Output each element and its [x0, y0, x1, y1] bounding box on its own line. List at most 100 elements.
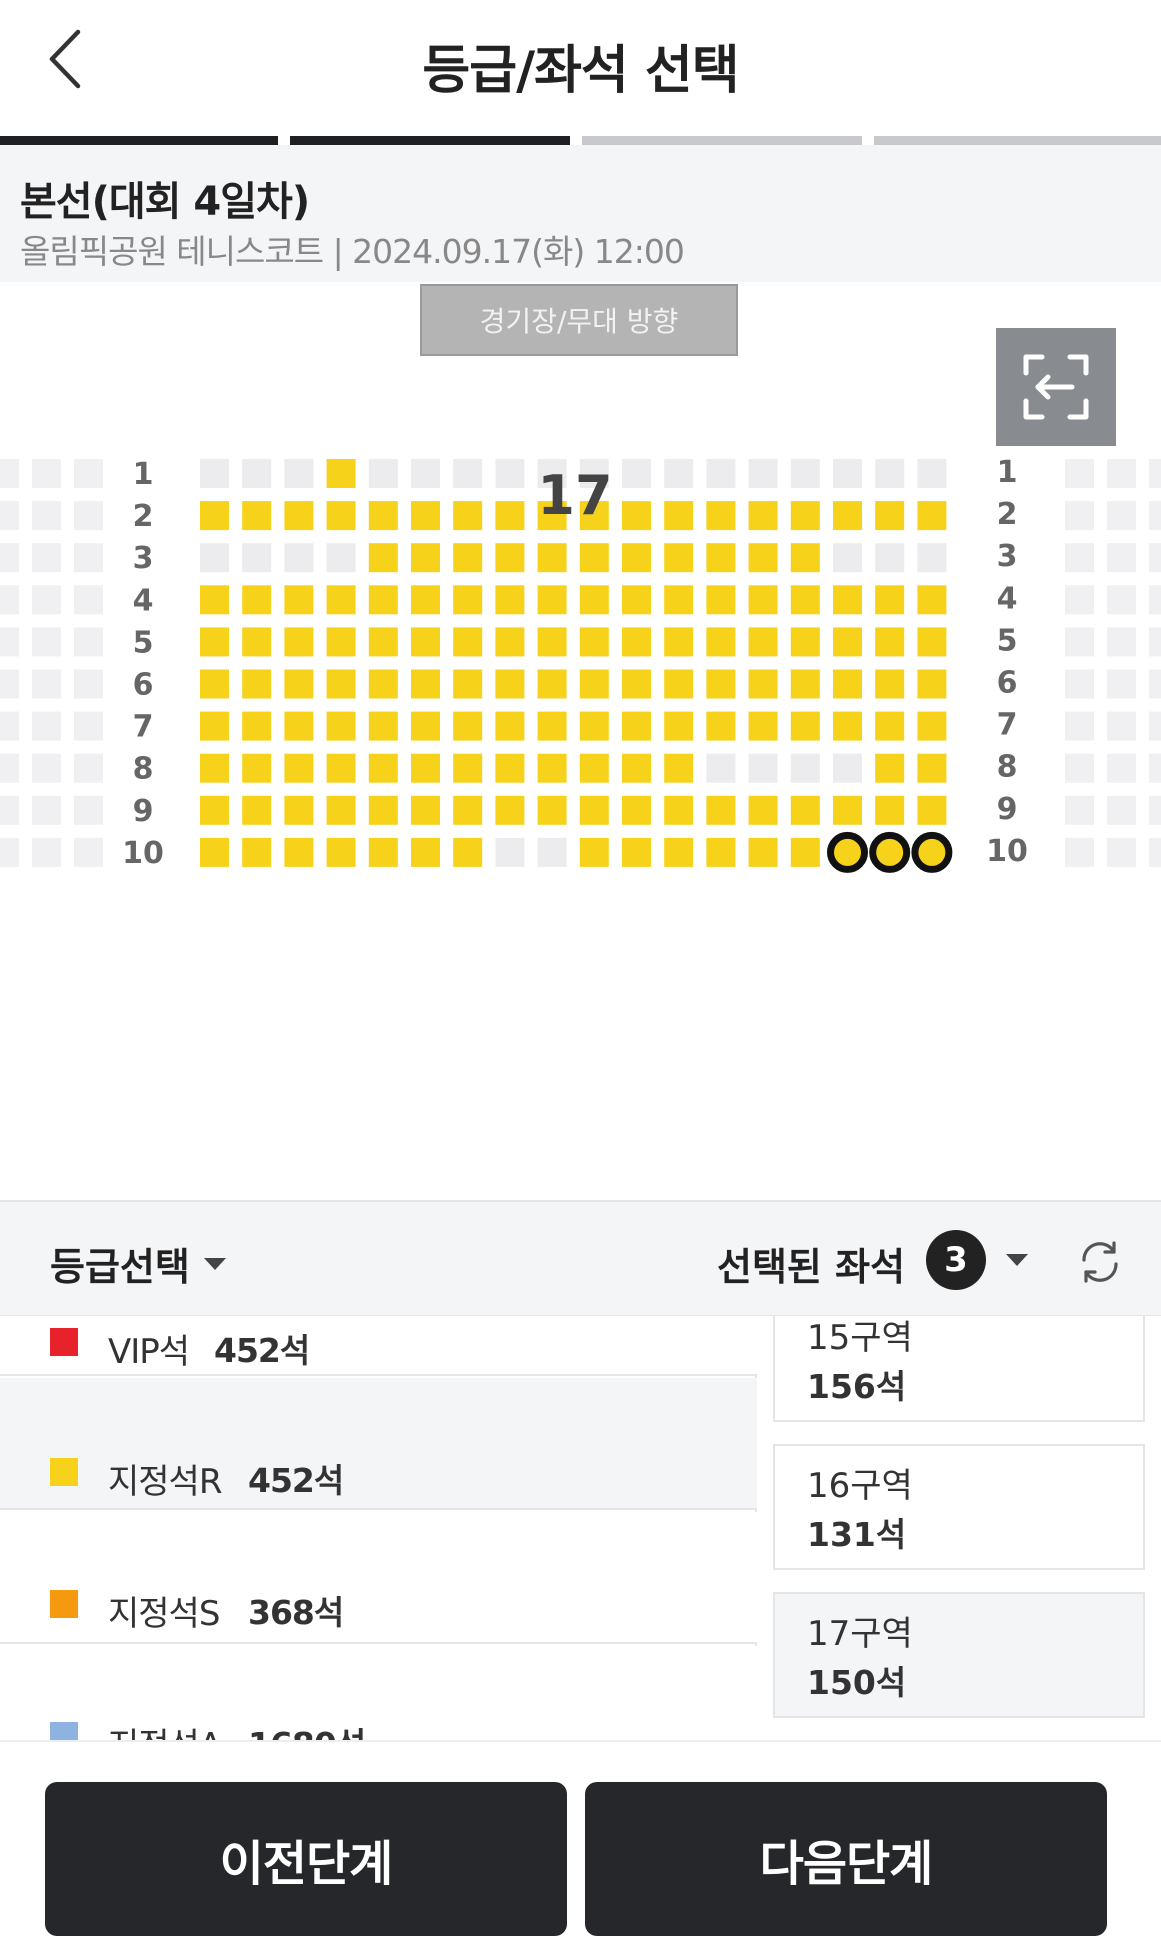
seat-available[interactable] [200, 501, 229, 531]
seat-available[interactable] [622, 837, 651, 867]
seat-available[interactable] [664, 837, 694, 867]
seat-available[interactable] [917, 585, 947, 615]
seat-available[interactable] [790, 543, 820, 573]
seat-available[interactable] [706, 585, 736, 615]
seat-available[interactable] [790, 795, 820, 825]
seat-available[interactable] [748, 627, 778, 657]
seat-available[interactable] [411, 837, 440, 867]
grade-item-vip[interactable]: VIP석 452석 [0, 1316, 757, 1376]
seat-available[interactable] [917, 711, 947, 741]
seat-available[interactable] [200, 837, 229, 867]
seat-available[interactable] [622, 711, 651, 741]
seat-available[interactable] [917, 501, 947, 531]
seat-available[interactable] [706, 837, 736, 867]
seat-available[interactable] [748, 711, 778, 741]
seat-available[interactable] [242, 753, 272, 783]
seat-available[interactable] [537, 753, 567, 783]
seat-selected[interactable] [911, 831, 953, 873]
seat-available[interactable] [453, 711, 483, 741]
seat-available[interactable] [537, 627, 567, 657]
seat-available[interactable] [917, 795, 947, 825]
seat-available[interactable] [411, 585, 440, 615]
seat-available[interactable] [579, 543, 609, 573]
seat-available[interactable] [495, 585, 525, 615]
seat-available[interactable] [453, 501, 483, 531]
seat-available[interactable] [579, 753, 609, 783]
seat-available[interactable] [411, 711, 440, 741]
seat-available[interactable] [664, 753, 694, 783]
seat-available[interactable] [242, 627, 272, 657]
seat-available[interactable] [579, 585, 609, 615]
seat-available[interactable] [875, 669, 905, 699]
seat-available[interactable] [579, 795, 609, 825]
seat-available[interactable] [875, 627, 905, 657]
seat-available[interactable] [242, 585, 272, 615]
seat-available[interactable] [200, 711, 229, 741]
seat-available[interactable] [284, 501, 314, 531]
seat-available[interactable] [790, 627, 820, 657]
seat-available[interactable] [453, 837, 483, 867]
seat-available[interactable] [411, 627, 440, 657]
seat-available[interactable] [664, 585, 694, 615]
selected-seats-toggle-icon[interactable] [1006, 1254, 1028, 1266]
seat-available[interactable] [453, 669, 483, 699]
seat-available[interactable] [622, 501, 651, 531]
seat-available[interactable] [579, 711, 609, 741]
seat-available[interactable] [706, 501, 736, 531]
seat-available[interactable] [875, 795, 905, 825]
seat-available[interactable] [495, 627, 525, 657]
zone-card-16[interactable]: 16구역 131석 [773, 1444, 1145, 1570]
seat-available[interactable] [917, 627, 947, 657]
seat-available[interactable] [664, 669, 694, 699]
seat-selected[interactable] [827, 831, 868, 873]
seat-available[interactable] [537, 585, 567, 615]
zone-card-17[interactable]: 17구역 150석 [773, 1592, 1145, 1718]
seat-available[interactable] [706, 627, 736, 657]
seat-available[interactable] [495, 501, 525, 531]
seat-available[interactable] [706, 711, 736, 741]
seat-available[interactable] [622, 627, 651, 657]
seat-available[interactable] [453, 795, 483, 825]
seat-available[interactable] [200, 795, 229, 825]
seat-available[interactable] [790, 501, 820, 531]
seat-available[interactable] [368, 795, 398, 825]
seat-available[interactable] [833, 795, 862, 825]
seat-available[interactable] [875, 501, 905, 531]
seat-available[interactable] [790, 585, 820, 615]
seat-available[interactable] [326, 459, 356, 488]
seat-available[interactable] [326, 585, 356, 615]
seat-available[interactable] [622, 795, 651, 825]
seat-available[interactable] [833, 627, 862, 657]
seat-available[interactable] [368, 585, 398, 615]
seat-available[interactable] [453, 753, 483, 783]
seat-selected[interactable] [869, 831, 911, 873]
seat-map[interactable]: 1 1 2 2 3 3 4 4 5 5 6 6 7 7 8 8 9 9 10 10 경기장/무대 방향 17 [0, 282, 1161, 1200]
seat-available[interactable] [368, 837, 398, 867]
seat-available[interactable] [875, 585, 905, 615]
seat-available[interactable] [537, 711, 567, 741]
seat-available[interactable] [748, 837, 778, 867]
seat-available[interactable] [664, 795, 694, 825]
seat-available[interactable] [579, 837, 609, 867]
seat-available[interactable] [664, 711, 694, 741]
seat-available[interactable] [453, 585, 483, 615]
seat-available[interactable] [368, 501, 398, 531]
seat-available[interactable] [495, 711, 525, 741]
seat-available[interactable] [242, 711, 272, 741]
seat-available[interactable] [411, 543, 440, 573]
seat-available[interactable] [537, 795, 567, 825]
seat-available[interactable] [411, 795, 440, 825]
seat-available[interactable] [706, 795, 736, 825]
seat-available[interactable] [495, 753, 525, 783]
seat-available[interactable] [706, 543, 736, 573]
seat-available[interactable] [748, 501, 778, 531]
seat-available[interactable] [537, 543, 567, 573]
seat-available[interactable] [284, 669, 314, 699]
seat-available[interactable] [242, 795, 272, 825]
seat-available[interactable] [284, 795, 314, 825]
seat-available[interactable] [242, 501, 272, 531]
seat-available[interactable] [368, 627, 398, 657]
seat-available[interactable] [200, 669, 229, 699]
seat-available[interactable] [326, 711, 356, 741]
seat-available[interactable] [664, 627, 694, 657]
